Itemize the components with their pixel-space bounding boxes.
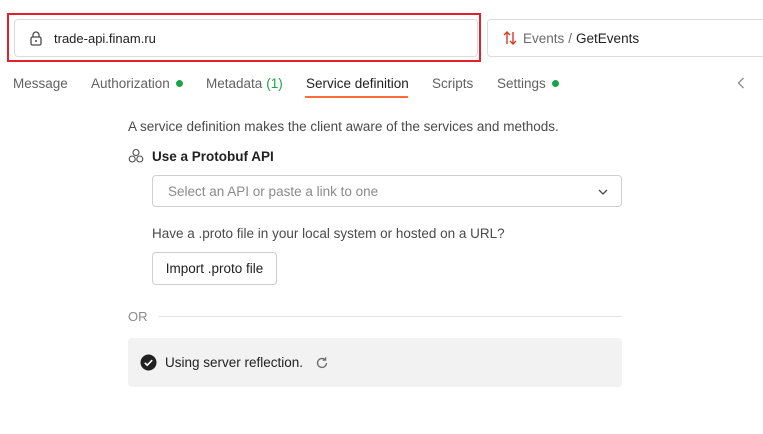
tab-settings[interactable]: Settings: [497, 76, 559, 91]
check-circle-icon: [140, 354, 157, 371]
tab-label: Authorization: [91, 76, 170, 91]
tab-label: Metadata: [206, 76, 263, 91]
active-tab-indicator: [305, 96, 408, 98]
or-divider-label: OR: [128, 309, 148, 324]
import-proto-button[interactable]: Import .proto file: [152, 252, 277, 285]
api-select-placeholder: Select an API or paste a link to one: [168, 183, 379, 199]
or-divider-line: [158, 316, 622, 317]
url-input[interactable]: trade-api.finam.ru: [14, 19, 478, 57]
service-name: Events: [523, 30, 565, 46]
tab-authorization[interactable]: Authorization: [91, 76, 183, 91]
tab-label: Settings: [497, 76, 546, 91]
tab-label: Message: [13, 76, 68, 91]
protobuf-heading: Use a Protobuf API: [128, 148, 274, 164]
path-separator: /: [568, 30, 573, 46]
status-dot: [175, 80, 183, 87]
tab-service-definition[interactable]: Service definition: [306, 76, 409, 91]
collapse-panel-button[interactable]: [735, 76, 747, 90]
service-definition-description: A service definition makes the client aw…: [128, 119, 559, 134]
api-select-dropdown[interactable]: Select an API or paste a link to one: [152, 175, 622, 207]
lock-icon: [28, 30, 44, 46]
method-name: GetEvents: [576, 30, 640, 46]
server-reflection-status: Using server reflection.: [128, 338, 622, 387]
reflection-label: Using server reflection.: [165, 355, 304, 370]
metadata-count: (1): [266, 76, 283, 91]
refresh-icon[interactable]: [315, 356, 329, 370]
tab-metadata[interactable]: Metadata (1): [206, 76, 283, 91]
tab-label: Scripts: [432, 76, 474, 91]
protobuf-api-icon: [128, 148, 144, 164]
local-proto-question: Have a .proto file in your local system …: [152, 226, 505, 241]
chevron-down-icon: [597, 186, 609, 198]
tab-scripts[interactable]: Scripts: [432, 76, 473, 91]
protobuf-heading-text: Use a Protobuf API: [152, 148, 274, 164]
status-dot: [551, 80, 559, 87]
tab-label: Service definition: [306, 76, 409, 91]
method-selector[interactable]: Events / GetEvents: [487, 19, 763, 57]
chevron-left-icon: [737, 77, 745, 89]
bidirectional-stream-icon: [502, 30, 518, 46]
url-text: trade-api.finam.ru: [54, 30, 156, 46]
tab-message[interactable]: Message: [13, 76, 68, 91]
